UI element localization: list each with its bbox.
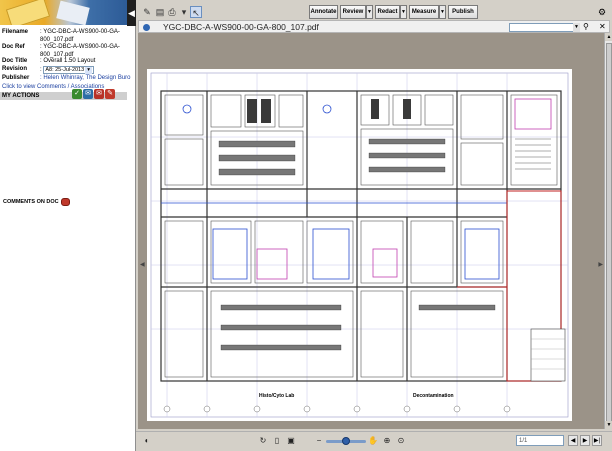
edit-icon[interactable]: ✎ — [141, 6, 153, 18]
comments-on-doc-label: COMMENTS ON DOC — [3, 199, 59, 205]
banner-logo — [0, 0, 127, 25]
check-icon[interactable]: ✓ — [72, 89, 82, 99]
filename-row: Filename : YGC-DBC-A-WS900-00-GA-800_107… — [2, 29, 134, 44]
document-viewer: ✎ ▤ ⎙ ▾ ↖ Annotate Review ▼ Redact ▼ Mea… — [136, 0, 612, 451]
mail-icon[interactable]: ✉ — [94, 89, 104, 99]
docref-row: Doc Ref : YGC-DBC-A-WS900-00-GA-800_107.… — [2, 44, 134, 59]
chevron-down-icon: ▾ — [85, 67, 93, 74]
publisher-link[interactable]: : Helen Whinray, The Design Buro — [40, 75, 134, 83]
doc-title-row: Doc Title : Overall 1.50 Layout — [2, 58, 134, 66]
last-page-button[interactable]: ▶| — [592, 435, 602, 446]
page-navigation: ◀ ▶ ▶| — [568, 435, 602, 446]
document-title-bar: YGC-DBC-A-WS900-00-GA-800_107.pdf ▼ ⚲ ✕ — [138, 20, 610, 33]
scroll-thumb[interactable] — [606, 43, 612, 423]
save-icon[interactable]: ▤ — [154, 6, 166, 18]
publisher-label: Publisher — [2, 75, 30, 81]
review-dropdown[interactable]: ▼ — [366, 5, 373, 19]
settings-icon[interactable]: ⚙ — [596, 6, 608, 18]
floor-plan-drawing: Histo/Cyto Lab Decontamination — [150, 72, 569, 418]
chevron-down-icon[interactable]: ▾ — [178, 6, 190, 18]
viewer-status-bar: ◐ ↻ ▯ ▣ − ✋ ⊕ ⊙ 1/1 ◀ ▶ ▶| — [136, 431, 612, 451]
decontamination-label: Decontamination — [413, 393, 454, 399]
publish-button[interactable]: Publish — [448, 5, 478, 19]
select-cursor-icon[interactable]: ↖ — [190, 6, 202, 18]
viewer-toolbar: ✎ ▤ ⎙ ▾ ↖ Annotate Review ▼ Redact ▼ Mea… — [136, 4, 612, 20]
zoom-out-icon[interactable]: − — [314, 436, 324, 446]
hand-pan-icon[interactable]: ✋ — [368, 436, 378, 446]
doc-title-value: : Overall 1.50 Layout — [40, 58, 96, 64]
zoom-slider-handle[interactable] — [342, 437, 350, 445]
revision-selected-value: A8: 25-Jul-2013 — [45, 67, 85, 73]
find-input[interactable] — [509, 23, 579, 32]
filename-label: Filename — [2, 29, 29, 35]
next-page-button[interactable]: ▶ — [580, 435, 590, 446]
chevron-down-icon[interactable]: ▼ — [573, 23, 580, 32]
search-icon[interactable]: ⚲ — [583, 22, 589, 31]
contrast-icon[interactable]: ◐ — [142, 436, 152, 446]
zoom-in-icon[interactable]: ⊕ — [382, 436, 392, 446]
scroll-up-arrow[interactable]: ▲ — [605, 33, 612, 41]
annotate-button[interactable]: Annotate — [309, 5, 338, 19]
redact-dropdown[interactable]: ▼ — [400, 5, 407, 19]
redact-button[interactable]: Redact — [375, 5, 400, 19]
print-icon[interactable]: ⎙ — [166, 6, 178, 18]
chevron-right-icon[interactable]: ▶ — [598, 261, 603, 268]
collapse-panel-button[interactable]: ◀ — [127, 0, 136, 26]
vertical-scrollbar[interactable]: ▲ ▼ — [604, 33, 612, 429]
filename-value: : YGC-DBC-A-WS900-00-GA-800_107.pdf — [40, 29, 120, 43]
document-icon — [143, 24, 150, 31]
measure-dropdown[interactable]: ▼ — [439, 5, 446, 19]
review-button[interactable]: Review — [340, 5, 366, 19]
revision-select[interactable]: A8: 25-Jul-2013 ▾ — [43, 66, 95, 74]
document-canvas[interactable]: Histo/Cyto Lab Decontamination ◀ ▶ — [138, 33, 604, 429]
comments-icon[interactable] — [60, 198, 70, 206]
page-icon[interactable]: ▯ — [272, 436, 282, 446]
docref-value: : YGC-DBC-A-WS900-00-GA-800_107.pdf — [40, 44, 120, 58]
histo-cyto-lab-label: Histo/Cyto Lab — [259, 393, 294, 399]
page-number-field[interactable]: 1/1 — [516, 435, 564, 446]
comments-on-doc: COMMENTS ON DOC — [3, 198, 70, 206]
magnify-icon[interactable]: ⊙ — [396, 436, 406, 446]
docref-label: Doc Ref — [2, 44, 25, 50]
document-filename: YGC-DBC-A-WS900-00-GA-800_107.pdf — [163, 22, 319, 32]
revision-row: Revision : A8: 25-Jul-2013 ▾ — [2, 66, 134, 75]
revision-label: Revision — [2, 66, 28, 72]
measure-button[interactable]: Measure — [409, 5, 439, 19]
rotate-icon[interactable]: ↻ — [258, 436, 268, 446]
action-icons: ✓ ✉ ✉ ✎ — [72, 89, 115, 99]
fit-page-icon[interactable]: ▣ — [286, 436, 296, 446]
doc-title-label: Doc Title — [2, 58, 28, 64]
left-panel: ◀ Filename : YGC-DBC-A-WS900-00-GA-800_1… — [0, 0, 136, 451]
pencil-icon[interactable]: ✎ — [105, 89, 115, 99]
scroll-down-arrow[interactable]: ▼ — [605, 421, 612, 429]
floor-plan-page: Histo/Cyto Lab Decontamination — [147, 69, 572, 421]
envelope-icon[interactable]: ✉ — [83, 89, 93, 99]
chevron-left-icon[interactable]: ◀ — [140, 261, 145, 268]
previous-page-button[interactable]: ◀ — [568, 435, 578, 446]
publisher-row: Publisher : Helen Whinray, The Design Bu… — [2, 75, 134, 83]
zoom-slider[interactable] — [326, 437, 366, 445]
close-icon[interactable]: ✕ — [599, 22, 606, 31]
